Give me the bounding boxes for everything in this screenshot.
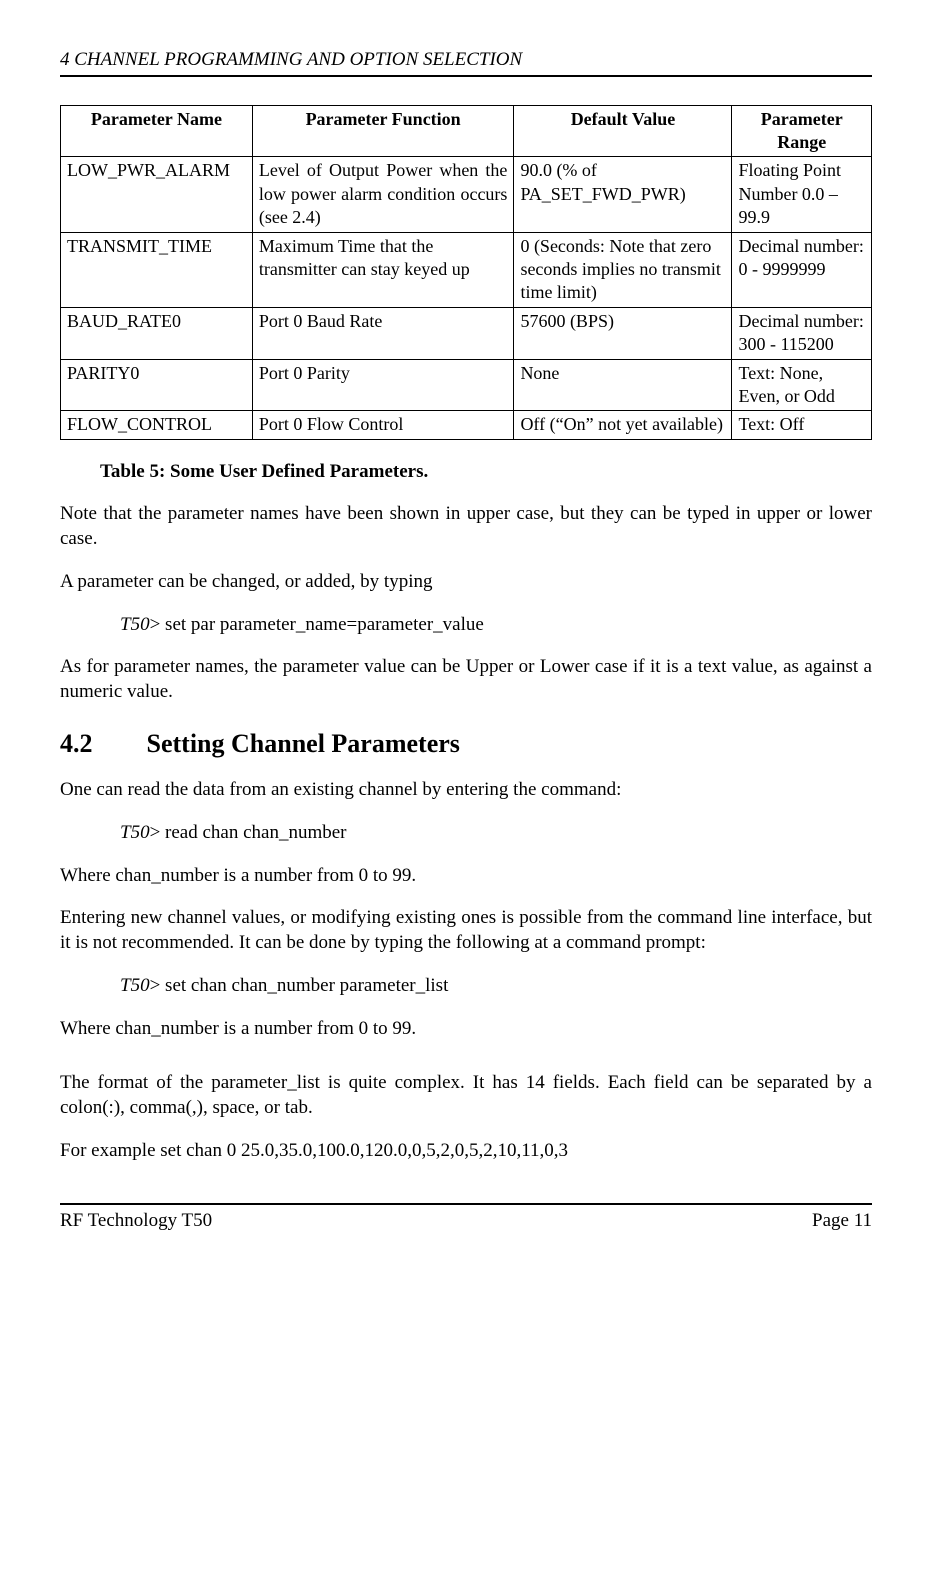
cell-def: 0 (Seconds: Note that zero seconds impli… (514, 232, 732, 307)
cell-name: FLOW_CONTROL (61, 411, 253, 439)
table-row: BAUD_RATE0 Port 0 Baud Rate 57600 (BPS) … (61, 307, 872, 359)
paragraph: Note that the parameter names have been … (60, 502, 872, 551)
cell-range: Text: None, Even, or Odd (732, 359, 872, 411)
cell-name: PARITY0 (61, 359, 253, 411)
command-line: T50> set chan chan_number parameter_list (120, 974, 872, 999)
prompt: T50 (120, 614, 150, 635)
command-line: T50> read chan chan_number (120, 821, 872, 846)
prompt: T50 (120, 975, 150, 996)
paragraph: As for parameter names, the parameter va… (60, 655, 872, 704)
section-number: 4.2 (60, 727, 140, 761)
paragraph: A parameter can be changed, or added, by… (60, 570, 872, 595)
parameter-table: Parameter Name Parameter Function Defaul… (60, 105, 872, 440)
cell-range: Text: Off (732, 411, 872, 439)
command-text: > set chan chan_number parameter_list (150, 975, 449, 996)
cell-func: Maximum Time that the transmitter can st… (252, 232, 514, 307)
cell-range: Decimal number: 300 - 115200 (732, 307, 872, 359)
cell-range: Floating Point Number 0.0 – 99.9 (732, 157, 872, 232)
cell-range: Decimal number: 0 - 9999999 (732, 232, 872, 307)
paragraph: Where chan_number is a number from 0 to … (60, 864, 872, 889)
paragraph: Entering new channel values, or modifyin… (60, 906, 872, 955)
table-row: PARITY0 Port 0 Parity None Text: None, E… (61, 359, 872, 411)
table-caption: Table 5: Some User Defined Parameters. (100, 460, 872, 485)
th-function: Parameter Function (252, 105, 514, 157)
th-name: Parameter Name (61, 105, 253, 157)
table-row: TRANSMIT_TIME Maximum Time that the tran… (61, 232, 872, 307)
cell-func: Port 0 Baud Rate (252, 307, 514, 359)
cell-func: Port 0 Flow Control (252, 411, 514, 439)
page-footer: RF Technology T50 Page 11 (60, 1203, 872, 1234)
table-row: FLOW_CONTROL Port 0 Flow Control Off (“O… (61, 411, 872, 439)
section-title: Setting Channel Parameters (147, 729, 460, 758)
cell-def: Off (“On” not yet available) (514, 411, 732, 439)
footer-left: RF Technology T50 (60, 1209, 212, 1234)
cell-def: 90.0 (% of PA_SET_FWD_PWR) (514, 157, 732, 232)
section-heading: 4.2 Setting Channel Parameters (60, 727, 872, 761)
paragraph: For example set chan 0 25.0,35.0,100.0,1… (60, 1139, 872, 1164)
cell-func: Port 0 Parity (252, 359, 514, 411)
footer-right: Page 11 (812, 1209, 872, 1234)
th-default: Default Value (514, 105, 732, 157)
page-header: 4 CHANNEL PROGRAMMING AND OPTION SELECTI… (60, 48, 872, 77)
paragraph: One can read the data from an existing c… (60, 778, 872, 803)
cell-def: 57600 (BPS) (514, 307, 732, 359)
table-row: LOW_PWR_ALARM Level of Output Power when… (61, 157, 872, 232)
cell-name: TRANSMIT_TIME (61, 232, 253, 307)
cell-name: BAUD_RATE0 (61, 307, 253, 359)
command-line: T50> set par parameter_name=parameter_va… (120, 613, 872, 638)
cell-func: Level of Output Power when the low power… (252, 157, 514, 232)
prompt: T50 (120, 822, 150, 843)
paragraph: The format of the parameter_list is quit… (60, 1071, 872, 1120)
cell-name: LOW_PWR_ALARM (61, 157, 253, 232)
command-text: > set par parameter_name=parameter_value (150, 614, 484, 635)
cell-def: None (514, 359, 732, 411)
th-range: Parameter Range (732, 105, 872, 157)
table-header-row: Parameter Name Parameter Function Defaul… (61, 105, 872, 157)
paragraph: Where chan_number is a number from 0 to … (60, 1017, 872, 1042)
command-text: > read chan chan_number (150, 822, 347, 843)
